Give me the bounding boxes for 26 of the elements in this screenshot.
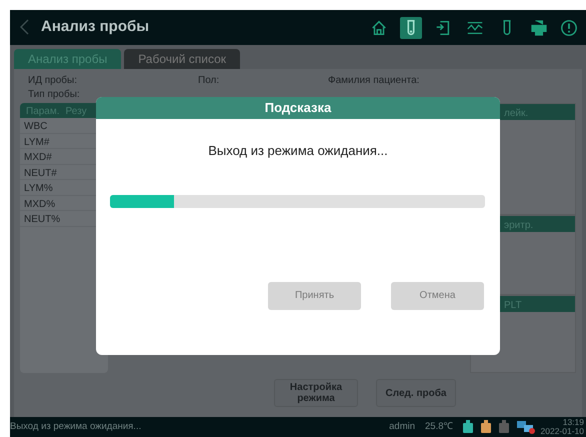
dialog-message: Выход из режима ожидания... [207, 142, 389, 160]
table-cell: MXD% [24, 198, 56, 210]
field-label: ИД пробы: [28, 74, 78, 88]
screen-title: Анализ пробы [41, 17, 150, 38]
clock-date: 2022-01-10 [540, 427, 584, 436]
field-label: Фамилия пациента: [328, 74, 420, 88]
mode-button[interactable]: След. проба [376, 379, 456, 407]
tab[interactable]: Рабочий список [124, 49, 240, 69]
mode-button[interactable]: Настройка режима [274, 379, 358, 407]
accept-button[interactable]: Принять [268, 282, 361, 310]
table-cell: NEUT% [24, 214, 60, 225]
clock-time: 13:19 [562, 418, 584, 427]
status-message: Выход из режима ожидания... [10, 420, 142, 434]
cancel-button[interactable]: Отмена [391, 282, 484, 310]
table-cell: WBC [24, 121, 48, 132]
network-icon[interactable] [516, 420, 535, 434]
table-cell: MXD# [24, 152, 52, 163]
table-cell: NEUT# [24, 168, 57, 178]
field-label: Пол: [198, 74, 220, 88]
table-cell: LYM% [24, 183, 53, 194]
user-name: admin [389, 420, 416, 434]
dialog-title: Подсказка [96, 97, 500, 119]
table-cell: LYM# [24, 136, 50, 148]
test-tube-icon[interactable] [400, 16, 422, 38]
temperature: 25.8℃ [425, 420, 453, 434]
field-label: Тип пробы: [28, 88, 81, 102]
